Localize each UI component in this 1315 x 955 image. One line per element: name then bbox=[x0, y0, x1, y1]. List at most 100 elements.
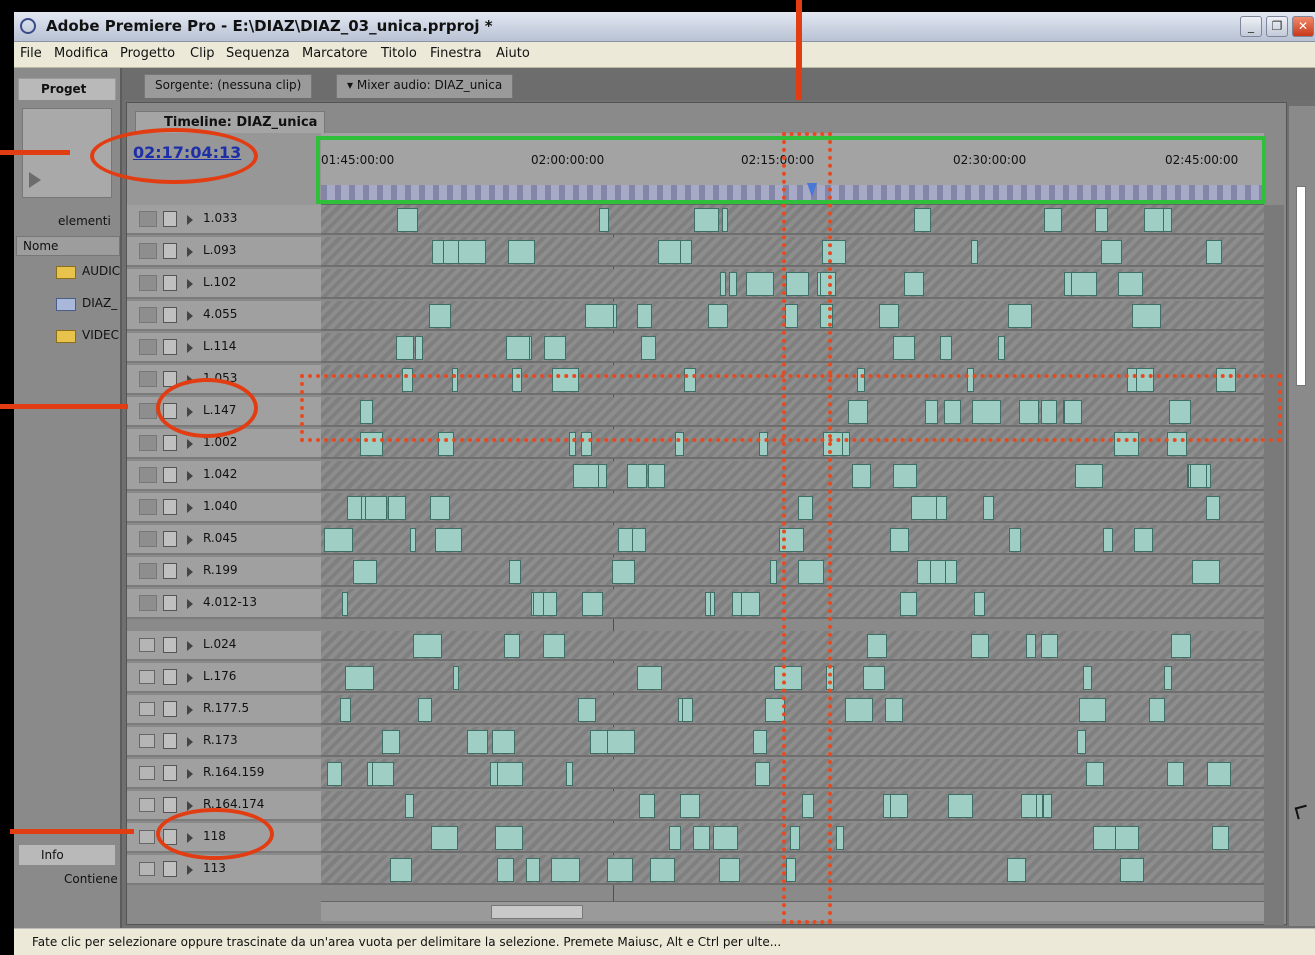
lock-icon[interactable] bbox=[163, 467, 177, 483]
clip[interactable] bbox=[935, 496, 947, 520]
tab-source[interactable]: Sorgente: (nessuna clip) bbox=[144, 74, 313, 98]
speaker-icon[interactable] bbox=[139, 766, 155, 780]
expand-triangle-icon[interactable] bbox=[187, 673, 193, 683]
clip[interactable] bbox=[508, 560, 521, 584]
clip[interactable] bbox=[930, 560, 947, 584]
clip[interactable] bbox=[1071, 272, 1098, 296]
expand-triangle-icon[interactable] bbox=[187, 705, 193, 715]
video-track-header[interactable]: R.199 bbox=[127, 557, 321, 587]
clip[interactable] bbox=[551, 858, 581, 882]
project-item-sequence[interactable]: DIAZ_ bbox=[16, 290, 120, 318]
menu-finestra[interactable]: Finestra bbox=[430, 46, 482, 61]
clip[interactable] bbox=[409, 528, 416, 552]
clip[interactable] bbox=[705, 592, 712, 616]
clip[interactable] bbox=[495, 826, 524, 850]
expand-triangle-icon[interactable] bbox=[187, 439, 193, 449]
clip[interactable] bbox=[863, 666, 885, 690]
clip[interactable] bbox=[496, 858, 514, 882]
lock-icon[interactable] bbox=[163, 861, 177, 877]
clip[interactable] bbox=[339, 698, 351, 722]
video-track-header[interactable]: L.114 bbox=[127, 333, 321, 363]
clip[interactable] bbox=[669, 826, 682, 850]
clip[interactable] bbox=[720, 272, 727, 296]
expand-triangle-icon[interactable] bbox=[187, 769, 193, 779]
clip[interactable] bbox=[971, 240, 979, 264]
tab-project[interactable]: Proget bbox=[18, 78, 116, 100]
clip[interactable] bbox=[412, 634, 442, 658]
speaker-icon[interactable] bbox=[139, 702, 155, 716]
menu-clip[interactable]: Clip bbox=[190, 46, 215, 61]
clip[interactable] bbox=[1120, 858, 1145, 882]
clip[interactable] bbox=[544, 336, 567, 360]
expand-triangle-icon[interactable] bbox=[187, 737, 193, 747]
clip[interactable] bbox=[598, 208, 609, 232]
clip[interactable] bbox=[1171, 634, 1192, 658]
tab-info[interactable]: Info bbox=[18, 844, 116, 866]
clip[interactable] bbox=[755, 762, 771, 786]
clip[interactable] bbox=[1006, 858, 1026, 882]
clip[interactable] bbox=[1148, 698, 1165, 722]
clip[interactable] bbox=[565, 762, 573, 786]
clip[interactable] bbox=[342, 592, 349, 616]
lock-icon[interactable] bbox=[163, 733, 177, 749]
clip[interactable] bbox=[584, 304, 614, 328]
clip[interactable] bbox=[388, 496, 407, 520]
clip[interactable] bbox=[432, 240, 445, 264]
clip[interactable] bbox=[636, 304, 652, 328]
clip[interactable] bbox=[1008, 528, 1021, 552]
clip[interactable] bbox=[1095, 208, 1109, 232]
expand-triangle-icon[interactable] bbox=[187, 279, 193, 289]
video-track-header[interactable]: L.102 bbox=[127, 269, 321, 299]
clip[interactable] bbox=[913, 208, 931, 232]
video-track-header[interactable]: 4.055 bbox=[127, 301, 321, 331]
clip[interactable] bbox=[1040, 634, 1058, 658]
clip[interactable] bbox=[1025, 634, 1036, 658]
video-track-header[interactable]: 1.033 bbox=[127, 205, 321, 235]
close-button[interactable]: ✕ bbox=[1292, 16, 1314, 37]
clip[interactable] bbox=[1205, 240, 1222, 264]
clip[interactable] bbox=[708, 304, 729, 328]
clip[interactable] bbox=[573, 464, 600, 488]
menu-marcatore[interactable]: Marcatore bbox=[302, 46, 367, 61]
clip[interactable] bbox=[998, 336, 1006, 360]
speaker-icon[interactable] bbox=[139, 638, 155, 652]
clip[interactable] bbox=[648, 464, 666, 488]
minimize-button[interactable]: _ bbox=[1240, 16, 1262, 37]
clip[interactable] bbox=[578, 698, 597, 722]
lock-icon[interactable] bbox=[163, 595, 177, 611]
expand-triangle-icon[interactable] bbox=[187, 471, 193, 481]
clip[interactable] bbox=[428, 304, 451, 328]
video-track-header[interactable]: 1.040 bbox=[127, 493, 321, 523]
eye-icon[interactable] bbox=[139, 371, 157, 387]
clip[interactable] bbox=[344, 666, 374, 690]
clip[interactable] bbox=[431, 826, 459, 850]
clip[interactable] bbox=[606, 858, 633, 882]
clip[interactable] bbox=[746, 272, 775, 296]
clip[interactable] bbox=[1044, 208, 1063, 232]
expand-triangle-icon[interactable] bbox=[187, 343, 193, 353]
clip[interactable] bbox=[1212, 826, 1230, 850]
clip[interactable] bbox=[404, 794, 414, 818]
clip[interactable] bbox=[681, 698, 693, 722]
eye-icon[interactable] bbox=[139, 499, 157, 515]
clip[interactable] bbox=[1164, 666, 1173, 690]
clip[interactable] bbox=[467, 730, 489, 754]
eye-icon[interactable] bbox=[139, 435, 157, 451]
lock-icon[interactable] bbox=[163, 765, 177, 781]
clip[interactable] bbox=[415, 336, 424, 360]
clip[interactable] bbox=[452, 666, 459, 690]
lock-icon[interactable] bbox=[163, 797, 177, 813]
clip[interactable] bbox=[719, 858, 741, 882]
clip[interactable] bbox=[611, 560, 635, 584]
menu-titolo[interactable]: Titolo bbox=[381, 46, 417, 61]
selection-tool-icon[interactable] bbox=[1294, 804, 1310, 820]
clip[interactable] bbox=[506, 336, 530, 360]
clip[interactable] bbox=[712, 826, 738, 850]
clip[interactable] bbox=[1085, 762, 1104, 786]
clip[interactable] bbox=[904, 272, 925, 296]
clip[interactable] bbox=[1077, 730, 1087, 754]
expand-triangle-icon[interactable] bbox=[187, 247, 193, 257]
clip[interactable] bbox=[948, 794, 974, 818]
clip[interactable] bbox=[491, 730, 515, 754]
lock-icon[interactable] bbox=[163, 211, 177, 227]
